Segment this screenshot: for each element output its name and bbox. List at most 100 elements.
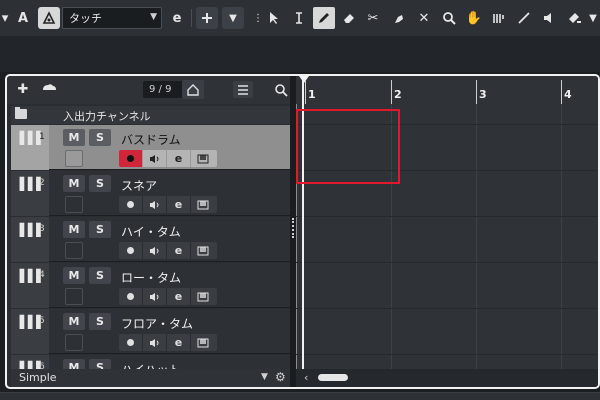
keyboard-icon[interactable] bbox=[191, 242, 215, 259]
solo-button[interactable]: S bbox=[89, 129, 111, 146]
record-enable-button[interactable] bbox=[119, 288, 143, 305]
divider-grip-icon[interactable] bbox=[292, 218, 294, 238]
monitor-speaker-icon[interactable] bbox=[143, 196, 167, 213]
track-row[interactable]: ▐▐▐ 3 M S ハイ・タム e bbox=[11, 217, 290, 262]
instrument-track-icon: ▐▐▐ bbox=[15, 315, 41, 329]
pencil-icon[interactable] bbox=[313, 7, 335, 29]
track-row[interactable]: ▐▐▐ 4 M S ロー・タム e bbox=[11, 263, 290, 308]
solo-button[interactable]: S bbox=[89, 267, 111, 284]
object-selection-icon[interactable] bbox=[263, 7, 285, 29]
instrument-track-icon: ▐▐▐ bbox=[15, 131, 41, 145]
solo-button[interactable]: S bbox=[89, 221, 111, 238]
search-icon[interactable] bbox=[271, 80, 291, 99]
zoom-icon[interactable] bbox=[438, 7, 460, 29]
track-row[interactable]: ▐▐▐ 2 M S スネア e bbox=[11, 171, 290, 216]
scroll-left-icon[interactable]: ‹ bbox=[304, 371, 308, 384]
add-track-preset-icon[interactable] bbox=[39, 80, 59, 98]
solo-button[interactable]: S bbox=[89, 359, 111, 369]
monitor-speaker-icon[interactable] bbox=[143, 334, 167, 351]
automation-mode-dropdown[interactable]: タッチ ▼ bbox=[62, 7, 162, 29]
hand-icon[interactable]: ✋ bbox=[463, 7, 485, 29]
toolbar: ▾ A タッチ ▼ e ▼ ⋮ ✂ ✕ ✋ ▼ bbox=[0, 0, 600, 36]
gear-icon[interactable]: ⚙ bbox=[275, 370, 286, 384]
snap-dropdown[interactable]: ▼ bbox=[222, 7, 244, 29]
snap-tool-icon[interactable] bbox=[196, 7, 218, 29]
monitor-speaker-icon[interactable] bbox=[143, 288, 167, 305]
instrument-track-icon: ▐▐▐ bbox=[15, 223, 41, 237]
track-name[interactable]: ロー・タム bbox=[121, 269, 181, 286]
mute-x-icon[interactable]: ✕ bbox=[413, 7, 435, 29]
scroll-thumb[interactable] bbox=[318, 374, 348, 381]
cursor-marker-icon[interactable] bbox=[299, 76, 309, 83]
keyboard-icon[interactable] bbox=[191, 196, 215, 213]
tracklist-header: ✚ 9 / 9 bbox=[7, 76, 294, 104]
lock-toggle[interactable] bbox=[65, 288, 83, 305]
lock-toggle[interactable] bbox=[65, 150, 83, 167]
track-name[interactable]: スネア bbox=[121, 177, 157, 194]
edit-instrument-icon[interactable]: e bbox=[167, 288, 191, 305]
auto-scroll-a-icon[interactable]: A bbox=[12, 7, 34, 29]
line-tool-icon[interactable] bbox=[513, 7, 535, 29]
track-name[interactable]: ハイハット bbox=[121, 361, 181, 369]
record-enable-button[interactable] bbox=[119, 334, 143, 351]
view-preset-label[interactable]: Simple bbox=[19, 371, 57, 384]
glue-icon[interactable] bbox=[388, 7, 410, 29]
mute-button[interactable]: M bbox=[63, 359, 85, 369]
timewarp-icon[interactable] bbox=[488, 7, 510, 29]
horizontal-scrollbar[interactable]: ‹ bbox=[296, 369, 598, 387]
mute-button[interactable]: M bbox=[63, 175, 85, 192]
folder-label: 入出力チャンネル bbox=[63, 110, 151, 123]
color-tool-icon[interactable] bbox=[563, 7, 585, 29]
track-name[interactable]: ハイ・タム bbox=[121, 223, 181, 240]
range-selection-icon[interactable] bbox=[288, 7, 310, 29]
solo-button[interactable]: S bbox=[89, 175, 111, 192]
edit-instrument-icon[interactable]: e bbox=[167, 242, 191, 259]
record-enable-button[interactable] bbox=[119, 150, 143, 167]
scissors-icon[interactable]: ✂ bbox=[362, 7, 384, 29]
mute-button[interactable]: M bbox=[63, 267, 85, 284]
bar-number: 1 bbox=[308, 88, 316, 101]
color-dropdown[interactable]: ▼ bbox=[586, 7, 600, 29]
mute-button[interactable]: M bbox=[63, 221, 85, 238]
solo-button[interactable]: S bbox=[89, 313, 111, 330]
monitor-speaker-icon[interactable] bbox=[143, 242, 167, 259]
mute-button[interactable]: M bbox=[63, 313, 85, 330]
e-edit-icon[interactable]: e bbox=[166, 7, 188, 29]
folder-icon bbox=[15, 107, 27, 119]
keyboard-icon[interactable] bbox=[191, 334, 215, 351]
instrument-track-icon: ▐▐▐ bbox=[15, 177, 41, 191]
track-row[interactable]: ▐▐▐ 6 M S ハイハット bbox=[11, 355, 290, 369]
keyboard-icon[interactable] bbox=[191, 288, 215, 305]
track-list: ▐▐▐ 1 M S バスドラム e ▐▐▐ 2 M S スネア e ▐▐▐ 3 … bbox=[11, 125, 290, 369]
track-name[interactable]: フロア・タム bbox=[121, 315, 193, 332]
record-enable-button[interactable] bbox=[119, 196, 143, 213]
lock-toggle[interactable] bbox=[65, 196, 83, 213]
lock-toggle[interactable] bbox=[65, 242, 83, 259]
info-line bbox=[0, 36, 600, 72]
lock-toggle[interactable] bbox=[65, 334, 83, 351]
track-list-menu-icon[interactable] bbox=[233, 81, 253, 98]
keyboard-icon[interactable] bbox=[191, 150, 215, 167]
automation-mode-icon[interactable] bbox=[38, 7, 60, 29]
edit-instrument-icon[interactable]: e bbox=[167, 196, 191, 213]
io-channel-folder[interactable]: 入出力チャンネル bbox=[11, 106, 290, 124]
visibility-icon[interactable] bbox=[182, 80, 204, 99]
monitor-speaker-icon[interactable] bbox=[143, 150, 167, 167]
ruler[interactable]: 1 2 3 4 bbox=[296, 76, 598, 104]
track-count: 9 / 9 bbox=[143, 80, 204, 99]
view-preset-dropdown-icon[interactable]: ▼ bbox=[261, 372, 268, 382]
track-row[interactable]: ▐▐▐ 1 M S バスドラム e bbox=[11, 125, 290, 170]
highlight-annotation bbox=[296, 109, 400, 184]
record-enable-button[interactable] bbox=[119, 242, 143, 259]
speaker-icon[interactable] bbox=[538, 7, 560, 29]
edit-instrument-icon[interactable]: e bbox=[167, 150, 191, 167]
edit-instrument-icon[interactable]: e bbox=[167, 334, 191, 351]
add-track-icon[interactable]: ✚ bbox=[13, 80, 33, 98]
arrow-tool-fragment-icon[interactable]: ▾ bbox=[0, 7, 10, 29]
eraser-icon[interactable] bbox=[338, 7, 360, 29]
track-name[interactable]: バスドラム bbox=[121, 131, 181, 148]
track-row[interactable]: ▐▐▐ 5 M S フロア・タム e bbox=[11, 309, 290, 354]
instrument-track-icon: ▐▐▐ bbox=[15, 269, 41, 283]
mute-button[interactable]: M bbox=[63, 129, 85, 146]
bar-number: 3 bbox=[479, 88, 487, 101]
